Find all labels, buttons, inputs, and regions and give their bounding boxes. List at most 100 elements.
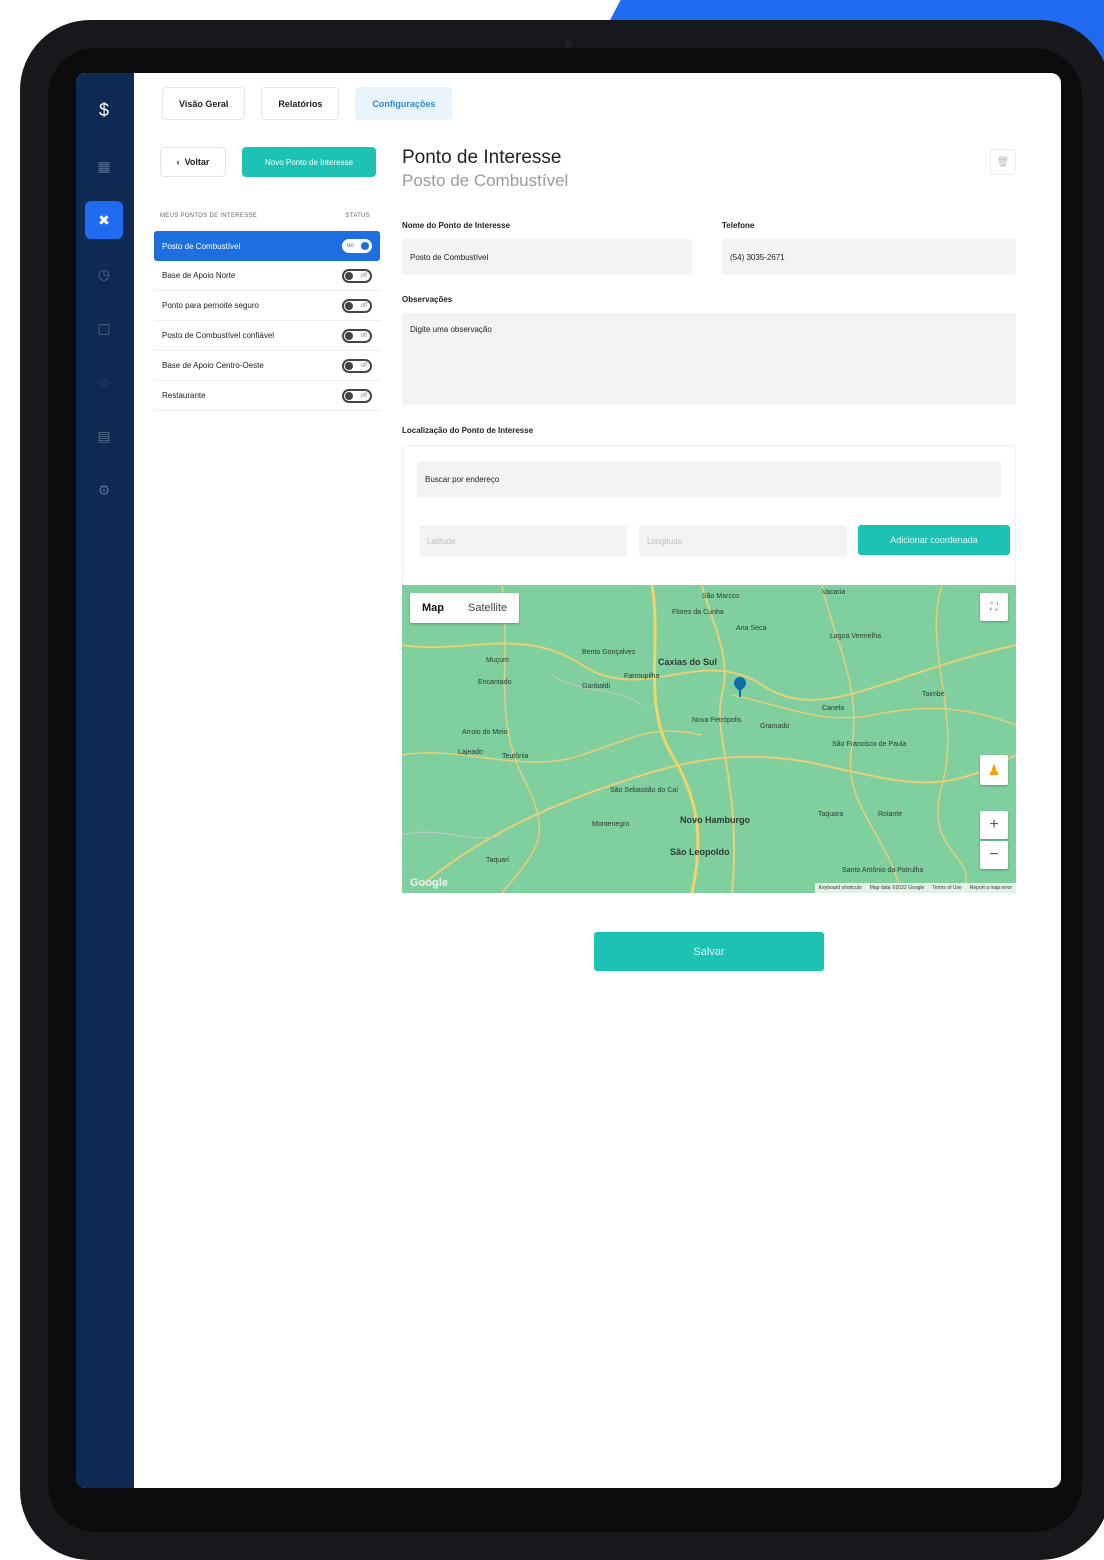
list-item-label: Base de Apoio Centro-Oeste <box>162 361 264 370</box>
toggle-knob <box>361 242 369 250</box>
toggle-text: on <box>347 243 354 249</box>
list-item[interactable]: Base de Apoio Norte off <box>154 261 380 291</box>
map-label: Canela <box>822 705 845 712</box>
attrib-report[interactable]: Report a map error <box>970 885 1012 891</box>
toggle-knob <box>345 301 353 310</box>
attrib-data: Map data ©2022 Google <box>869 885 925 891</box>
pegman-icon[interactable]: ♟ <box>980 755 1008 785</box>
obs-label: Observações <box>402 295 453 304</box>
phone-label: Telefone <box>722 221 755 230</box>
new-poi-button[interactable]: Novo Ponto de Interesse <box>242 147 376 177</box>
list-header-title: MEUS PONTOS DE INTERESSE <box>160 213 258 219</box>
list-item[interactable]: Base de Apoio Centro-Oeste off <box>154 351 380 381</box>
map-label: Lajeado <box>458 749 483 756</box>
map-label: Bento Gonçalves <box>582 649 636 656</box>
status-toggle[interactable]: off <box>342 358 372 373</box>
poi-list: Posto de Combustível on Base de Apoio No… <box>154 231 380 411</box>
zoom-in-button[interactable]: + <box>980 811 1008 839</box>
toggle-text: off <box>360 392 367 399</box>
longitude-input[interactable]: Longitude <box>639 525 847 557</box>
page-title: Ponto de Interesse <box>402 147 562 168</box>
name-label: Nome do Ponto de Interesse <box>402 221 511 230</box>
map-label: Farroupilha <box>624 673 660 680</box>
tab-relatorios[interactable]: Relatórios <box>261 87 340 120</box>
report-icon[interactable]: ▤ <box>85 417 123 455</box>
attrib-terms[interactable]: Terms of Use <box>932 885 961 891</box>
list-item-label: Posto de Combustível <box>162 241 241 251</box>
status-toggle[interactable]: off <box>342 388 372 403</box>
list-header-status: STATUS <box>345 213 370 219</box>
tab-configuracoes[interactable]: Configurações <box>355 87 453 120</box>
status-toggle[interactable]: off <box>342 268 372 283</box>
map-label: Taimbé <box>922 691 945 698</box>
map-type-toggle: Map Satellite <box>410 593 520 623</box>
back-button[interactable]: ‹ Voltar <box>160 147 226 177</box>
map-attribution: Keyboard shortcuts Map data ©2022 Google… <box>814 883 1016 893</box>
status-toggle[interactable]: off <box>342 328 372 343</box>
map-label: São Sebastião do Caí <box>610 787 679 794</box>
tab-visao-geral[interactable]: Visão Geral <box>162 87 246 120</box>
map-label: Novo Hamburgo <box>680 815 751 825</box>
list-item[interactable]: Restaurante off <box>154 381 380 411</box>
toggle-text: off <box>360 362 367 369</box>
obs-textarea[interactable]: Digite uma observação <box>402 313 1016 405</box>
map-type-map[interactable]: Map <box>410 593 456 623</box>
zoom-out-button[interactable]: − <box>980 841 1008 869</box>
map-label: Garibaldi <box>582 683 611 690</box>
toggle-text: off <box>360 302 367 309</box>
page-subtitle: Posto de Combustível <box>402 171 569 190</box>
trash-icon[interactable]: 🗑 <box>990 149 1016 175</box>
document-icon[interactable]: ▢ <box>85 309 123 347</box>
list-item-label: Posto de Combustível confiável <box>162 331 275 340</box>
chevron-left-icon: ‹ <box>176 157 180 167</box>
toggle-knob <box>345 271 353 280</box>
list-item-label: Base de Apoio Norte <box>162 271 236 280</box>
map-label: Taquari <box>486 857 509 864</box>
map-label: Vacaria <box>822 589 846 596</box>
list-item[interactable]: Posto de Combustível on <box>154 231 380 261</box>
grid-icon[interactable]: ▦ <box>85 147 123 185</box>
map-label: São Francisco de Paula <box>832 741 907 748</box>
address-search-input[interactable]: Buscar por endereço <box>417 461 1001 497</box>
list-item-label: Ponto para pernoite seguro <box>162 301 259 310</box>
back-label: Voltar <box>184 157 210 167</box>
map-label: Rolante <box>878 811 903 818</box>
map-label: Flores da Cunha <box>672 609 724 616</box>
map-view[interactable]: Map Satellite ⛶ ♟ + − Caxias do Sul Novo… <box>402 585 1016 893</box>
location-box: Buscar por endereço Latitude Longitude A… <box>402 445 1016 590</box>
latitude-input[interactable]: Latitude <box>419 525 627 557</box>
clock-icon[interactable]: ◷ <box>85 255 123 293</box>
google-logo: Google <box>410 877 448 889</box>
list-item-label: Restaurante <box>162 391 206 400</box>
map-label: Lagoa Vermelha <box>830 633 881 640</box>
location-pin-stem <box>739 689 741 697</box>
list-item[interactable]: Ponto para pernoite seguro off <box>154 291 380 321</box>
add-coordinate-button[interactable]: Adicionar coordenada <box>858 525 1010 555</box>
map-label: Teutônia <box>502 753 529 760</box>
fullscreen-icon[interactable]: ⛶ <box>980 593 1008 621</box>
toggle-knob <box>345 361 353 370</box>
tools-icon[interactable]: ✖ <box>85 201 123 239</box>
map-type-satellite[interactable]: Satellite <box>456 593 519 623</box>
name-field[interactable]: Posto de Combustível <box>402 239 692 275</box>
map-label: Muçum <box>486 657 509 664</box>
save-button[interactable]: Salvar <box>594 932 824 971</box>
front-camera <box>565 41 572 48</box>
toggle-text: off <box>360 332 367 339</box>
map-label: Santo Antônio da Patrulha <box>842 867 924 874</box>
toggle-knob <box>345 391 353 400</box>
map-label: Nova Petrópolis <box>692 717 742 724</box>
phone-field[interactable]: (54) 3035-2671 <box>722 239 1016 275</box>
map-label: Taquara <box>818 811 844 818</box>
side-rail: $ ▦ ✖ ◷ ▢ ◌ ▤ ⚙ <box>76 73 134 1488</box>
status-toggle[interactable]: off <box>342 298 372 313</box>
chat-icon[interactable]: ◌ <box>85 363 123 401</box>
status-toggle[interactable]: on <box>342 239 372 253</box>
attrib-shortcuts[interactable]: Keyboard shortcuts <box>819 885 862 891</box>
main-content: Visão Geral Relatórios Configurações ‹ V… <box>134 73 1061 1488</box>
app-logo-icon[interactable]: $ <box>85 91 123 129</box>
map-label: São Marcos <box>702 593 740 600</box>
list-item[interactable]: Posto de Combustível confiável off <box>154 321 380 351</box>
gear-icon[interactable]: ⚙ <box>85 471 123 509</box>
top-tabs: Visão Geral Relatórios Configurações <box>162 87 453 120</box>
